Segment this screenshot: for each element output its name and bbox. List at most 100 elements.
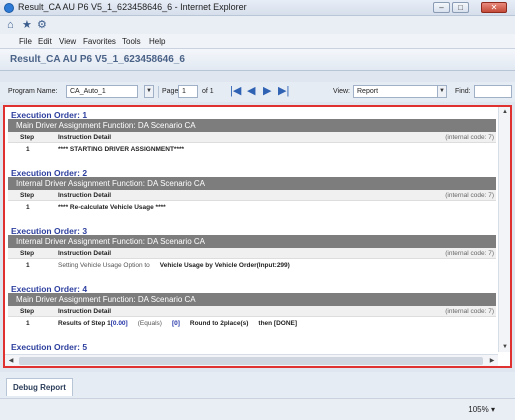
menu-favorites[interactable]: Favorites <box>83 37 116 46</box>
instruction-row: 1 **** STARTING DRIVER ASSIGNMENT**** <box>8 143 496 157</box>
last-page-icon[interactable]: ▶| <box>278 85 289 98</box>
instruction-row: 1 **** Re-calculate Vehicle Usage **** <box>8 201 496 215</box>
column-header-row: Step Instruction Detail (internal code: … <box>8 248 496 259</box>
scroll-down-icon[interactable]: ▼ <box>499 342 511 352</box>
minimize-button[interactable]: – <box>433 2 450 13</box>
program-dropdown-icon[interactable]: ▼ <box>144 85 154 98</box>
internal-code-label: (internal code: 7) <box>445 250 494 257</box>
scroll-up-icon[interactable]: ▲ <box>499 107 511 117</box>
report-viewer-frame: Execution Order: 1 Main Driver Assignmen… <box>3 105 512 368</box>
execution-block: Execution Order: 2 Internal Driver Assig… <box>5 165 498 215</box>
first-page-icon[interactable]: |◀ <box>230 85 241 98</box>
program-name-label: Program Name: <box>8 88 58 95</box>
horizontal-scroll-thumb[interactable] <box>19 357 483 365</box>
view-label: View: <box>333 88 350 95</box>
column-header-row: Step Instruction Detail (internal code: … <box>8 306 496 317</box>
scroll-left-icon[interactable]: ◀ <box>5 355 17 367</box>
page-number-input[interactable]: 1 <box>178 85 198 98</box>
internal-code-label: (internal code: 7) <box>445 308 494 315</box>
step-column-header: Step <box>20 308 35 315</box>
instruction-text-part: Setting Vehicle Usage Option to <box>58 262 150 269</box>
step-number: 1 <box>26 262 30 269</box>
execution-order-heading: Execution Order: 2 <box>11 168 88 178</box>
instruction-text-part: Round to 2place(s) <box>189 320 249 327</box>
instruction-column-header: Instruction Detail <box>58 250 112 257</box>
function-title-bar: Main Driver Assignment Function: DA Scen… <box>8 119 496 132</box>
home-icon[interactable]: ⌂ <box>7 19 14 31</box>
instruction-row: 1 Results of Step 1[0.00] (Equals) [0] Roun… <box>8 317 496 331</box>
execution-block: Execution Order: 4 Main Driver Assignmen… <box>5 281 498 331</box>
menu-edit[interactable]: Edit <box>38 37 52 46</box>
execution-order-heading: Execution Order: 3 <box>11 226 88 236</box>
page-label: Page <box>162 88 179 95</box>
step-column-header: Step <box>20 250 35 257</box>
window-title: Result_CA AU P6 V5_1_623458646_6 - Inter… <box>18 2 247 12</box>
step-column-header: Step <box>20 134 35 141</box>
execution-block: Execution Order: 5 <box>5 339 498 352</box>
column-header-row: Step Instruction Detail (internal code: … <box>8 190 496 201</box>
internal-code-label: (internal code: 7) <box>445 192 494 199</box>
ie-logo-icon <box>4 3 14 13</box>
find-input[interactable] <box>474 85 512 98</box>
page-count-label: of 1 <box>202 88 214 95</box>
view-dropdown-icon[interactable]: ▼ <box>437 85 447 98</box>
instruction-text: Setting Vehicle Usage Option to Vehicle U… <box>58 262 290 269</box>
instruction-column-header: Instruction Detail <box>58 192 112 199</box>
execution-block: Execution Order: 1 Main Driver Assignmen… <box>5 107 498 157</box>
internal-code-label: (internal code: 7) <box>445 134 494 141</box>
instruction-text-part: then [DONE] <box>258 320 298 327</box>
menu-help[interactable]: Help <box>149 37 165 46</box>
execution-order-heading: Execution Order: 4 <box>11 284 88 294</box>
program-name-select[interactable]: CA_Auto_1 <box>66 85 138 98</box>
instruction-text: **** STARTING DRIVER ASSIGNMENT**** <box>58 146 185 153</box>
page-title: Result_CA AU P6 V5_1_623458646_6 <box>10 54 185 65</box>
instruction-text-part: Vehicle Usage by Vehicle Order(Input:299… <box>159 262 290 269</box>
function-title-bar: Internal Driver Assignment Function: DA … <box>8 177 496 190</box>
horizontal-scrollbar[interactable]: ◀ ▶ <box>5 354 498 366</box>
menu-file[interactable]: File <box>19 37 32 46</box>
instruction-row: 1 Setting Vehicle Usage Option to Vehicle… <box>8 259 496 273</box>
instruction-text-part: (Equals) <box>137 320 162 327</box>
function-title-bar: Internal Driver Assignment Function: DA … <box>8 235 496 248</box>
menu-tools[interactable]: Tools <box>122 37 141 46</box>
zoom-dropdown-icon[interactable]: ▾ <box>491 405 495 414</box>
execution-order-heading: Execution Order: 1 <box>11 110 88 120</box>
instruction-text-part: [0.00] <box>110 320 128 327</box>
execution-block: Execution Order: 3 Internal Driver Assig… <box>5 223 498 273</box>
step-number: 1 <box>26 320 30 327</box>
maximize-button[interactable]: □ <box>452 2 469 13</box>
report-tabs: Debug Report <box>0 372 515 398</box>
vertical-scrollbar[interactable]: ▲ ▼ <box>498 107 510 352</box>
report-content[interactable]: Execution Order: 1 Main Driver Assignmen… <box>5 107 498 352</box>
instruction-text-part: [0] <box>171 320 180 327</box>
zoom-value: 105% <box>468 405 489 414</box>
scroll-right-icon[interactable]: ▶ <box>486 355 498 367</box>
next-page-icon[interactable]: ▶ <box>263 85 271 98</box>
tab-debug-report[interactable]: Debug Report <box>6 378 73 396</box>
menu-bar: File Edit View Favorites Tools Help <box>0 34 515 49</box>
step-column-header: Step <box>20 192 35 199</box>
close-button[interactable]: ✕ <box>481 2 507 13</box>
previous-page-icon[interactable]: ◀ <box>247 85 255 98</box>
toolbar-divider <box>158 86 159 98</box>
instruction-column-header: Instruction Detail <box>58 308 112 315</box>
instruction-text-part: Results of Step 1 <box>58 320 111 327</box>
report-toolbar: Program Name: CA_Auto_1 ▼ Page 1 of 1 |◀… <box>0 82 515 102</box>
instruction-column-header: Instruction Detail <box>58 134 112 141</box>
window-titlebar: Result_CA AU P6 V5_1_623458646_6 - Inter… <box>0 0 515 16</box>
status-bar: 105% ▾ <box>0 398 515 420</box>
step-number: 1 <box>26 146 30 153</box>
function-title-bar: Main Driver Assignment Function: DA Scen… <box>8 293 496 306</box>
instruction-text: **** Re-calculate Vehicle Usage **** <box>58 204 166 211</box>
report-header: Result_CA AU P6 V5_1_623458646_6 <box>0 49 515 71</box>
zoom-level[interactable]: 105% ▾ <box>468 405 495 414</box>
view-select[interactable]: Report <box>353 85 447 98</box>
tools-gear-icon[interactable]: ⚙ <box>37 19 47 31</box>
menu-view[interactable]: View <box>59 37 76 46</box>
favorites-star-icon[interactable]: ★ <box>22 19 32 31</box>
step-number: 1 <box>26 204 30 211</box>
instruction-text: Results of Step 1[0.00] (Equals) [0] Round … <box>58 320 297 327</box>
execution-order-heading: Execution Order: 5 <box>11 342 88 352</box>
browser-command-bar: ⌂ ★ ⚙ <box>0 16 515 34</box>
find-label: Find: <box>455 88 471 95</box>
